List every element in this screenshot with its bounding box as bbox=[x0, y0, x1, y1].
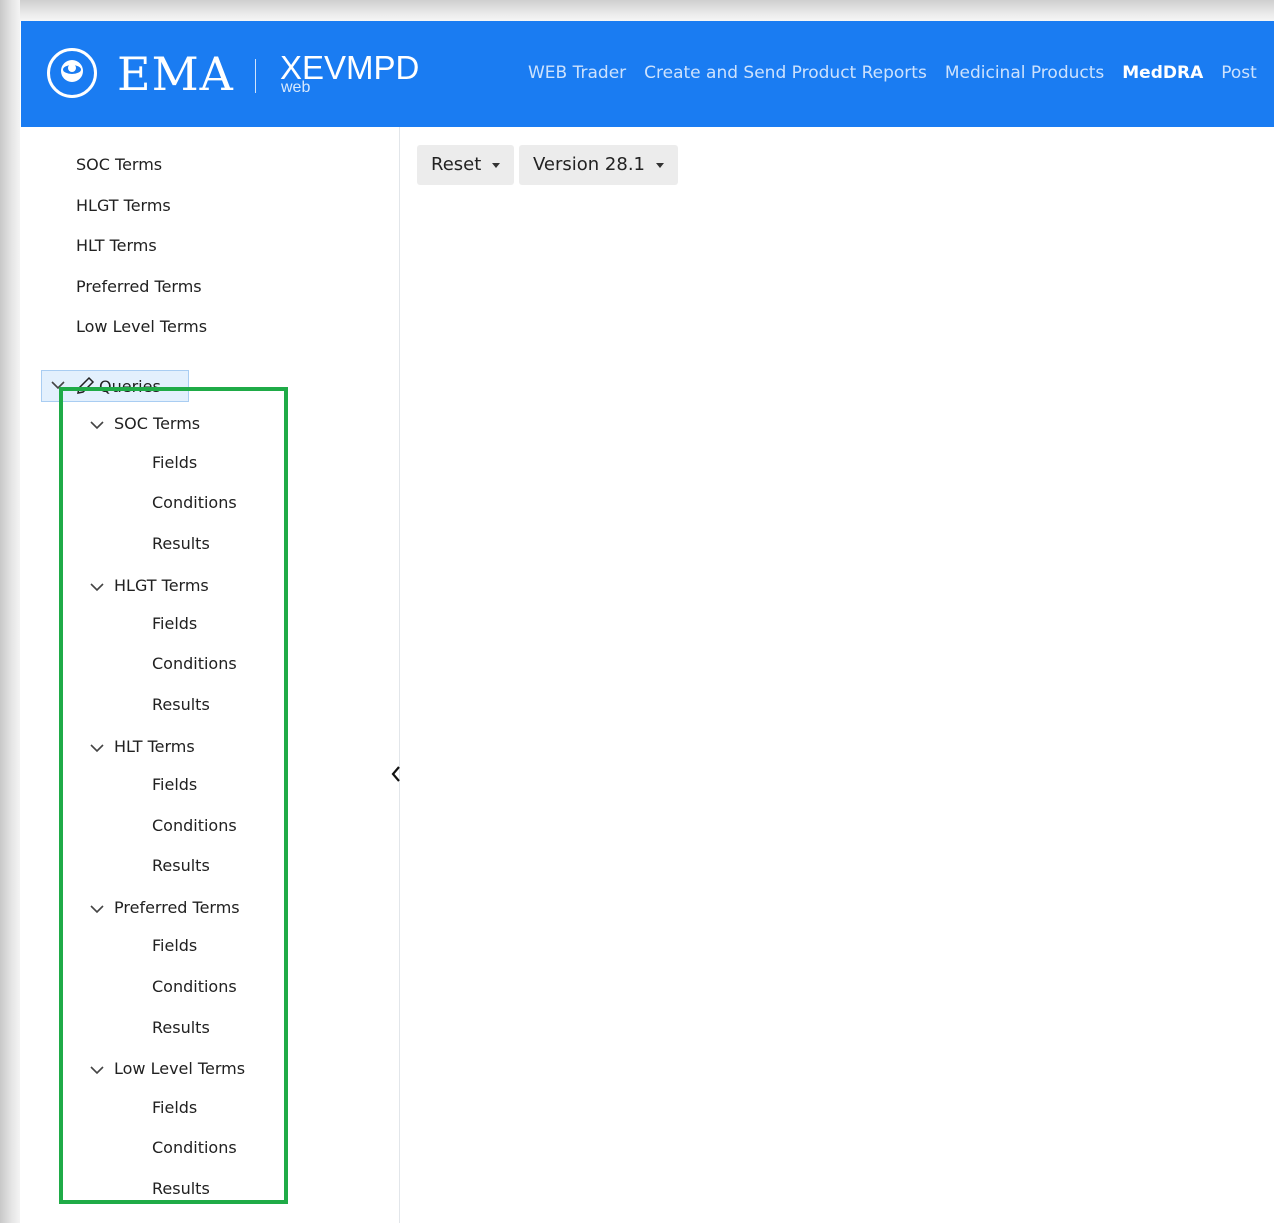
query-item-results[interactable]: Results bbox=[152, 534, 210, 554]
query-item-fields[interactable]: Fields bbox=[152, 1098, 197, 1118]
sidebar-item-low-level-terms[interactable]: Low Level Terms bbox=[76, 317, 207, 337]
brand-name[interactable]: EMA bbox=[117, 47, 234, 101]
chevron-down-icon[interactable] bbox=[90, 420, 104, 430]
sidebar: SOC Terms HLGT Terms HLT Terms Preferred… bbox=[21, 127, 400, 1223]
main-nav: WEB Trader Create and Send Product Report… bbox=[528, 63, 1274, 83]
top-header: EMA XEVMPD web WEB Trader Create and Send… bbox=[21, 21, 1274, 127]
sidebar-item-hlgt-terms[interactable]: HLGT Terms bbox=[76, 196, 171, 216]
query-item-fields[interactable]: Fields bbox=[152, 614, 197, 634]
reset-label: Reset bbox=[431, 154, 482, 175]
sidebar-item-preferred-terms[interactable]: Preferred Terms bbox=[76, 277, 202, 297]
query-group-low-level-terms[interactable]: Low Level Terms bbox=[114, 1059, 245, 1079]
query-item-fields[interactable]: Fields bbox=[152, 936, 197, 956]
caret-down-icon bbox=[492, 163, 500, 168]
sidebar-item-hlt-terms[interactable]: HLT Terms bbox=[76, 236, 157, 256]
brand-divider bbox=[255, 59, 256, 93]
query-item-results[interactable]: Results bbox=[152, 856, 210, 876]
sidebar-item-soc-terms[interactable]: SOC Terms bbox=[76, 155, 162, 175]
nav-meddra[interactable]: MedDRA bbox=[1122, 63, 1203, 83]
chevron-down-icon[interactable] bbox=[90, 582, 104, 592]
version-dropdown-button[interactable]: Version 28.1 bbox=[519, 145, 678, 185]
nav-medicinal-products[interactable]: Medicinal Products bbox=[945, 63, 1104, 83]
chevron-down-icon[interactable] bbox=[90, 743, 104, 753]
query-item-fields[interactable]: Fields bbox=[152, 453, 197, 473]
window-shadow-left bbox=[0, 0, 20, 1223]
query-item-fields[interactable]: Fields bbox=[152, 775, 197, 795]
query-group-hlgt-terms[interactable]: HLGT Terms bbox=[114, 576, 209, 596]
window-shadow-top bbox=[0, 0, 1274, 21]
query-group-hlt-terms[interactable]: HLT Terms bbox=[114, 737, 195, 757]
query-group-soc-terms[interactable]: SOC Terms bbox=[114, 414, 200, 434]
collapse-sidebar-icon[interactable] bbox=[391, 765, 401, 783]
query-item-conditions[interactable]: Conditions bbox=[152, 493, 237, 513]
query-item-conditions[interactable]: Conditions bbox=[152, 816, 237, 836]
caret-down-icon bbox=[656, 163, 664, 168]
chevron-down-icon[interactable] bbox=[90, 904, 104, 914]
query-item-results[interactable]: Results bbox=[152, 1179, 210, 1199]
query-item-conditions[interactable]: Conditions bbox=[152, 654, 237, 674]
nav-create-send-reports[interactable]: Create and Send Product Reports bbox=[644, 63, 927, 83]
nav-web-trader[interactable]: WEB Trader bbox=[528, 63, 626, 83]
query-item-results[interactable]: Results bbox=[152, 695, 210, 715]
ema-logo-icon[interactable] bbox=[47, 48, 97, 98]
query-item-conditions[interactable]: Conditions bbox=[152, 1138, 237, 1158]
query-item-results[interactable]: Results bbox=[152, 1018, 210, 1038]
reset-dropdown-button[interactable]: Reset bbox=[417, 145, 514, 185]
product-subtitle: web bbox=[281, 79, 311, 96]
version-label: Version 28.1 bbox=[533, 154, 645, 175]
nav-post[interactable]: Post bbox=[1221, 63, 1257, 83]
query-group-preferred-terms[interactable]: Preferred Terms bbox=[114, 898, 240, 918]
query-item-conditions[interactable]: Conditions bbox=[152, 977, 237, 997]
chevron-down-icon[interactable] bbox=[90, 1065, 104, 1075]
app-window: EMA XEVMPD web WEB Trader Create and Send… bbox=[21, 21, 1274, 1223]
